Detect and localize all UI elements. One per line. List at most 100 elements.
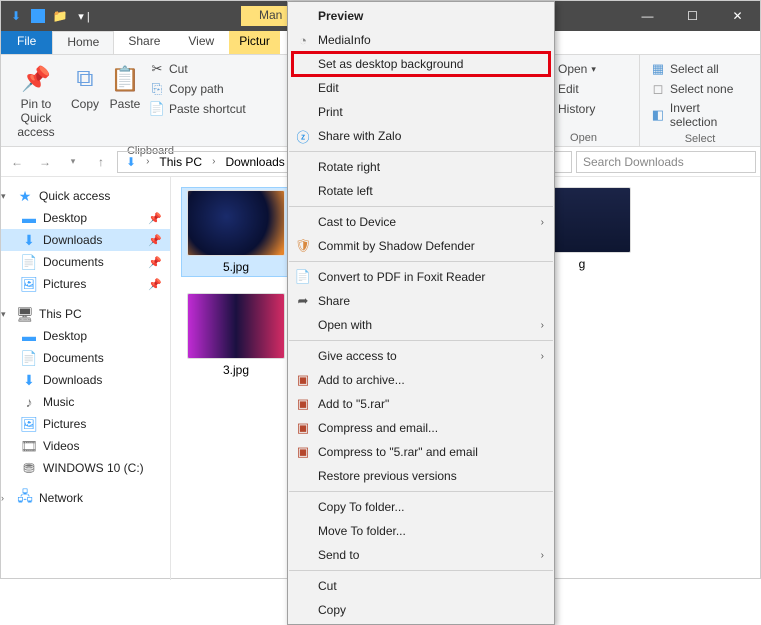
winrar-icon: ▣ xyxy=(294,419,312,437)
select-all-button[interactable]: ▦Select all xyxy=(650,61,719,77)
chevron-down-icon: ▾ xyxy=(591,64,596,75)
nav-back-button[interactable]: ← xyxy=(5,150,29,174)
menu-mediainfo[interactable]: ◔MediaInfo xyxy=(288,28,554,52)
menu-rotate-left[interactable]: Rotate left xyxy=(288,179,554,203)
nav-documents-2[interactable]: 📄Documents xyxy=(1,347,170,369)
select-none-button[interactable]: ◻Select none xyxy=(650,81,733,97)
nav-forward-button[interactable]: → xyxy=(33,150,57,174)
search-input[interactable]: Search Downloads xyxy=(576,151,756,173)
menu-shadow-defender[interactable]: 🛡Commit by Shadow Defender xyxy=(288,234,554,258)
menu-foxit[interactable]: 📄Convert to PDF in Foxit Reader xyxy=(288,265,554,289)
minimize-button[interactable]: — xyxy=(625,1,670,31)
breadcrumb-this-pc[interactable]: This PC xyxy=(155,153,206,171)
shield-icon: 🛡 xyxy=(294,237,312,255)
desktop-icon: ▬ xyxy=(21,210,37,226)
star-icon: ★ xyxy=(17,188,33,204)
maximize-button[interactable]: ☐ xyxy=(670,1,715,31)
select-all-icon: ▦ xyxy=(650,61,666,77)
tab-home[interactable]: Home xyxy=(52,31,114,54)
nav-videos[interactable]: 🎞Videos xyxy=(1,435,170,457)
menu-preview[interactable]: Preview xyxy=(288,4,554,28)
menu-share[interactable]: ➦Share xyxy=(288,289,554,313)
breadcrumb-downloads[interactable]: Downloads xyxy=(221,153,288,171)
nav-downloads[interactable]: ⬇Downloads📌 xyxy=(1,229,170,251)
menu-add-rar[interactable]: ▣Add to "5.rar" xyxy=(288,392,554,416)
nav-documents[interactable]: 📄Documents📌 xyxy=(1,251,170,273)
menu-give-access[interactable]: Give access to› xyxy=(288,344,554,368)
pictures-icon: 🖼 xyxy=(21,416,37,432)
nav-desktop-2[interactable]: ▬Desktop xyxy=(1,325,170,347)
thumbnail-image xyxy=(187,190,285,256)
tab-picture-tools[interactable]: Pictur xyxy=(229,31,280,54)
chevron-right-icon[interactable]: › xyxy=(208,154,219,169)
menu-set-desktop-background[interactable]: Set as desktop background xyxy=(288,52,554,76)
pdf-icon: 📄 xyxy=(294,268,312,286)
qat-dropdown-icon[interactable]: ▾ | xyxy=(75,7,93,25)
winrar-icon: ▣ xyxy=(294,371,312,389)
invert-selection-button[interactable]: ◧Invert selection xyxy=(650,101,750,129)
chevron-right-icon[interactable]: › xyxy=(142,154,153,169)
checkbox-icon[interactable] xyxy=(31,9,45,23)
down-arrow-icon[interactable]: ⬇ xyxy=(7,7,25,25)
pin-icon: 📌 xyxy=(148,234,162,247)
copy-icon: ⧉ xyxy=(69,63,101,95)
folder-icon[interactable]: 📁 xyxy=(51,7,69,25)
menu-compress-rar-email[interactable]: ▣Compress to "5.rar" and email xyxy=(288,440,554,464)
menu-separator xyxy=(289,151,553,152)
cut-button[interactable]: ✂Cut xyxy=(149,61,188,77)
copy-button[interactable]: ⧉ Copy xyxy=(65,59,105,143)
pc-icon: 🖥 xyxy=(17,306,33,322)
copy-path-button[interactable]: ⎘Copy path xyxy=(149,81,224,97)
nav-downloads-2[interactable]: ⬇Downloads xyxy=(1,369,170,391)
paste-icon: 📋 xyxy=(109,63,141,95)
thumbnail-image xyxy=(187,293,285,359)
search-placeholder: Search Downloads xyxy=(583,155,684,169)
menu-copy[interactable]: Copy xyxy=(288,598,554,622)
file-thumbnail[interactable]: 5.jpg xyxy=(181,187,291,277)
nav-quick-access[interactable]: ▾★Quick access xyxy=(1,185,170,207)
menu-separator xyxy=(289,206,553,207)
pin-icon: 📌 xyxy=(148,256,162,269)
mediainfo-icon: ◔ xyxy=(294,31,312,49)
group-select-label: Select xyxy=(685,131,716,145)
menu-print[interactable]: Print xyxy=(288,100,554,124)
nav-c-drive[interactable]: ⛃WINDOWS 10 (C:) xyxy=(1,457,170,479)
menu-edit[interactable]: Edit xyxy=(288,76,554,100)
nav-up-button[interactable]: ↑ xyxy=(89,150,113,174)
menu-open-with[interactable]: Open with› xyxy=(288,313,554,337)
nav-history-dropdown[interactable]: ▾ xyxy=(61,150,85,174)
tab-view[interactable]: View xyxy=(174,31,228,54)
menu-cut[interactable]: Cut xyxy=(288,574,554,598)
menu-share-zalo[interactable]: ⓩShare with Zalo xyxy=(288,124,554,148)
nav-music[interactable]: ♪Music xyxy=(1,391,170,413)
menu-cast-to-device[interactable]: Cast to Device› xyxy=(288,210,554,234)
pictures-icon: 🖼 xyxy=(21,276,37,292)
invert-icon: ◧ xyxy=(650,107,666,123)
menu-separator xyxy=(289,340,553,341)
nav-desktop[interactable]: ▬Desktop📌 xyxy=(1,207,170,229)
paste-button[interactable]: 📋 Paste xyxy=(105,59,145,143)
menu-rotate-right[interactable]: Rotate right xyxy=(288,155,554,179)
file-thumbnail[interactable]: 3.jpg xyxy=(181,293,291,377)
menu-compress-email[interactable]: ▣Compress and email... xyxy=(288,416,554,440)
menu-restore-versions[interactable]: Restore previous versions xyxy=(288,464,554,488)
tab-file[interactable]: File xyxy=(1,31,52,54)
menu-move-to[interactable]: Move To folder... xyxy=(288,519,554,543)
close-button[interactable]: ✕ xyxy=(715,1,760,31)
pin-quick-access-button[interactable]: 📌 Pin to Quick access xyxy=(7,59,65,143)
nav-network[interactable]: ›🖧Network xyxy=(1,487,170,509)
menu-separator xyxy=(289,570,553,571)
menu-add-archive[interactable]: ▣Add to archive... xyxy=(288,368,554,392)
paste-shortcut-button[interactable]: 📄Paste shortcut xyxy=(149,101,246,117)
nav-this-pc[interactable]: ▾🖥This PC xyxy=(1,303,170,325)
nav-pictures[interactable]: 🖼Pictures📌 xyxy=(1,273,170,295)
pin-label: Pin to Quick access xyxy=(9,97,63,139)
menu-separator xyxy=(289,261,553,262)
breadcrumb-down-icon[interactable]: ⬇ xyxy=(122,153,140,171)
tab-share[interactable]: Share xyxy=(114,31,174,54)
download-icon: ⬇ xyxy=(21,372,37,388)
file-name: 5.jpg xyxy=(223,260,249,274)
nav-pictures-2[interactable]: 🖼Pictures xyxy=(1,413,170,435)
menu-copy-to[interactable]: Copy To folder... xyxy=(288,495,554,519)
menu-send-to[interactable]: Send to› xyxy=(288,543,554,567)
